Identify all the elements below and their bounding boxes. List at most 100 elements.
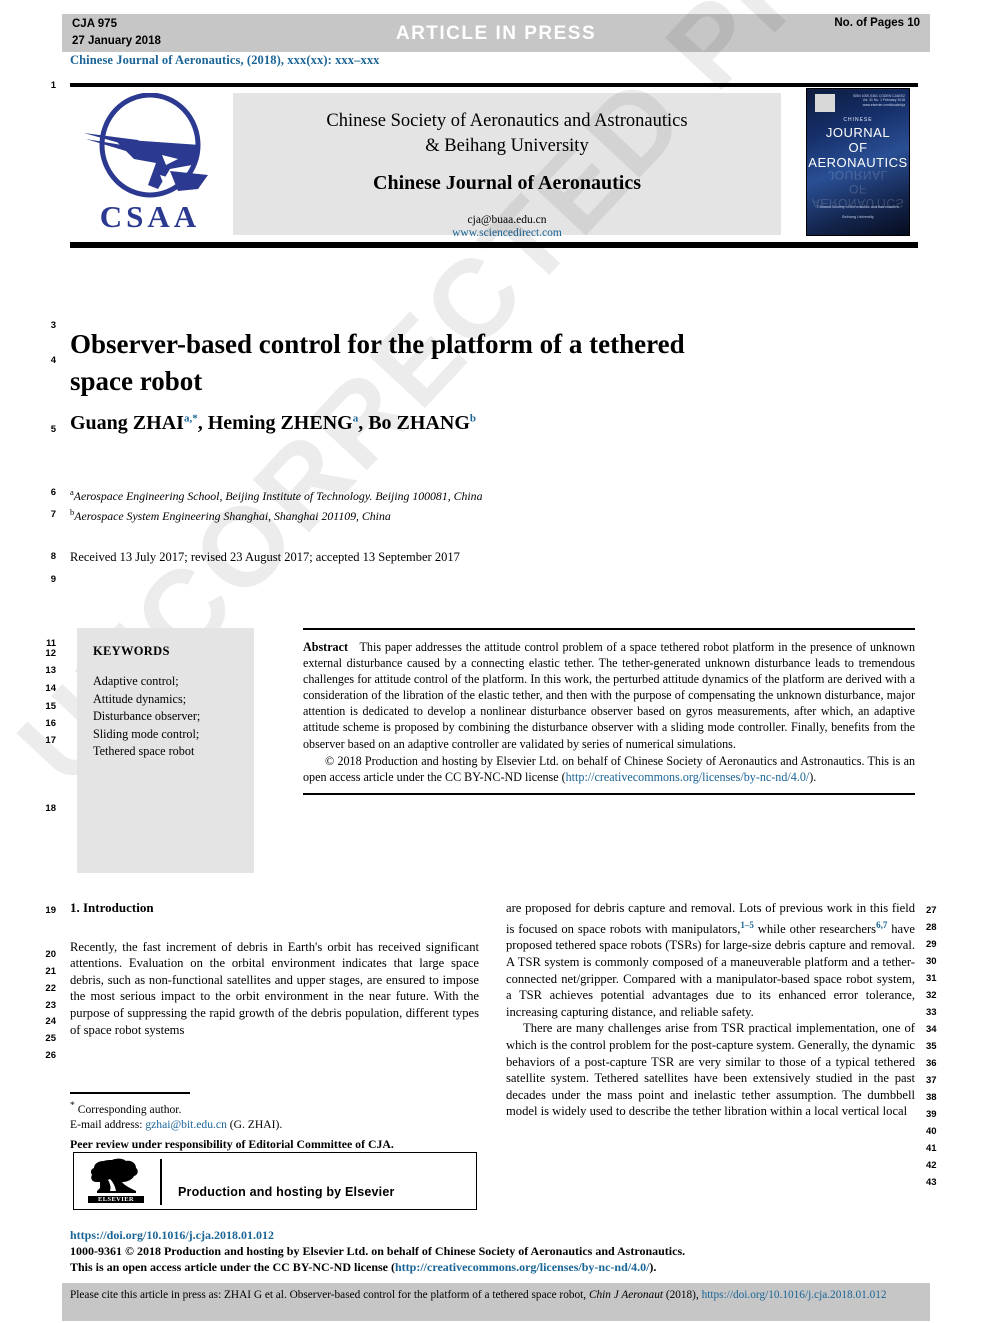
cover-reflection-line-3: JOURNAL <box>828 168 888 182</box>
affiliation-a: aAerospace Engineering School, Beijing I… <box>70 484 770 504</box>
author-name-2: Heming ZHENG <box>207 412 353 434</box>
affiliation-text-b: Aerospace System Engineering Shanghai, S… <box>74 509 391 524</box>
cite-mid: (2018), <box>663 1289 702 1301</box>
elsevier-hosting-text: Production and hosting by Elsevier <box>178 1185 395 1199</box>
line-number: 42 <box>926 1160 937 1171</box>
cover-journal-title: JOURNAL OF AERONAUTICS <box>807 125 909 170</box>
journal-title: Chinese Journal of Aeronautics <box>373 172 641 194</box>
footer-license-line: This is an open access article under the… <box>70 1260 930 1275</box>
issn-copyright-line: 1000-9361 © 2018 Production and hosting … <box>70 1244 686 1258</box>
elsevier-logo: ELSEVIER <box>88 1158 144 1206</box>
line-number: 9 <box>50 574 56 585</box>
cover-title-reflection: AERONAUTICS OF JOURNAL <box>807 168 909 210</box>
line-number: 43 <box>926 1177 937 1188</box>
page-count-label: No. of Pages 10 <box>834 17 920 29</box>
line-number: 15 <box>45 701 56 712</box>
line-number: 14 <box>45 683 56 694</box>
line-number: 30 <box>926 956 937 967</box>
keyword-item: Attitude dynamics; <box>93 691 187 706</box>
csaa-logo-text: CSAA <box>99 199 201 234</box>
email-note: E-mail address: gzhai@bit.edu.cn (G. ZHA… <box>70 1117 479 1133</box>
keywords-list: Adaptive control; Attitude dynamics; Dis… <box>93 673 254 761</box>
page-title: Observer-based control for the platform … <box>70 329 685 397</box>
footer-block: https://doi.org/10.1016/j.cja.2018.01.01… <box>70 1228 930 1275</box>
article-in-press-label: ARTICLE IN PRESS <box>395 23 597 44</box>
email-label: E-mail address: <box>70 1118 143 1132</box>
citation-banner-text: Please cite this article in press as: ZH… <box>62 1283 930 1303</box>
line-number: 36 <box>926 1058 937 1069</box>
email-suffix: (G. ZHAI). <box>229 1118 283 1132</box>
line-number: 35 <box>926 1041 937 1052</box>
abstract-top-rule <box>303 628 915 630</box>
cover-chinese-label: CHINESE <box>843 117 873 123</box>
line-number: 32 <box>926 990 937 1001</box>
line-number: 34 <box>926 1024 937 1035</box>
keyword-item: Disturbance observer; <box>93 709 201 723</box>
line-number: 33 <box>926 1007 937 1018</box>
author-name-1: Guang ZHAI <box>70 412 184 434</box>
cover-elsevier-mark-icon <box>815 94 835 112</box>
received-dates: Received 13 July 2017; revised 23 August… <box>70 550 460 564</box>
line-number: 4 <box>50 355 56 366</box>
abstract-copyright: © 2018 Production and hosting by Elsevie… <box>303 753 915 785</box>
footer-license-link[interactable]: http://creativecommons.org/licenses/by-n… <box>395 1260 649 1274</box>
line-number: 24 <box>45 1016 56 1027</box>
footer-license-pre: This is an open access article under the… <box>70 1260 395 1274</box>
author-marks-1: a,* <box>183 412 198 425</box>
keyword-item: Tethered space robot <box>93 744 195 758</box>
footer-license-post: ). <box>649 1260 657 1274</box>
elsevier-divider <box>160 1159 162 1205</box>
line-number: 26 <box>45 1050 56 1061</box>
line-number: 8 <box>50 551 56 562</box>
intro-paragraph-2: There are many challenges arise from TSR… <box>506 1021 915 1119</box>
line-number: 41 <box>926 1143 937 1154</box>
line-number: 13 <box>45 665 56 676</box>
author-list: Guang ZHAIa,*, Heming ZHENGa, Bo ZHANGb <box>70 412 477 434</box>
csaa-emblem-icon <box>84 92 208 198</box>
line-number: 20 <box>45 949 56 960</box>
society-line-2: & Beihang University <box>425 136 589 156</box>
journal-citation-line: Chinese Journal of Aeronautics, (2018), … <box>70 53 380 67</box>
keywords-box: KEYWORDS Adaptive control; Attitude dyna… <box>77 628 254 873</box>
journal-cover-thumbnail: ISSN 1000-9361 CODEN CJAEEZ Vol. 31 No. … <box>806 88 910 236</box>
citation-ref-6-7[interactable]: 6,7 <box>876 920 887 930</box>
line-number: 31 <box>926 973 937 984</box>
cover-top-strip: ISSN 1000-9361 CODEN CJAEEZ Vol. 31 No. … <box>813 94 905 112</box>
cover-issn-block: ISSN 1000-9361 CODEN CJAEEZ Vol. 31 No. … <box>852 94 905 107</box>
license-link[interactable]: http://creativecommons.org/licenses/by-n… <box>566 770 810 784</box>
affiliation-b: bAerospace System Engineering Shanghai, … <box>70 504 770 524</box>
cite-doi-link[interactable]: https://doi.org/10.1016/j.cja.2018.01.01… <box>702 1289 887 1301</box>
elsevier-tree-icon <box>90 1158 138 1193</box>
keyword-item: Adaptive control; <box>93 674 179 688</box>
society-line-1: Chinese Society of Aeronautics and Astro… <box>326 111 688 131</box>
line-number: 29 <box>926 939 937 950</box>
line-number: 3 <box>50 320 56 331</box>
body-column-right: are proposed for debris capture and remo… <box>506 900 915 1120</box>
section-heading-introduction: 1. Introduction <box>70 900 154 915</box>
line-number: 1 <box>50 80 56 91</box>
masthead-bottom-rule <box>70 242 918 248</box>
line-number: 16 <box>45 718 56 729</box>
line-number: 22 <box>45 983 56 994</box>
masthead-center-panel: Chinese Society of Aeronautics and Astro… <box>233 93 781 239</box>
cover-footer-society: Chinese Society of Aeronautics and Astro… <box>817 205 899 209</box>
citation-ref-1-5[interactable]: 1–5 <box>740 920 754 930</box>
csaa-logo: CSAA <box>74 92 226 235</box>
affiliation-list: aAerospace Engineering School, Beijing I… <box>70 484 770 525</box>
cite-journal-italic: Chin J Aeronaut <box>588 1289 663 1301</box>
keyword-item: Sliding mode control; <box>93 726 200 741</box>
line-number: 37 <box>926 1075 937 1086</box>
sciencedirect-link[interactable]: www.sciencedirect.com <box>233 227 781 239</box>
para1-part-c: have proposed tethered space robots (TSR… <box>506 921 916 1019</box>
author-name-3: Bo ZHANG <box>368 412 470 434</box>
line-number: 39 <box>926 1109 937 1120</box>
journal-masthead: CSAA Chinese Society of Aeronautics and … <box>70 83 918 248</box>
elsevier-hosting-box: ELSEVIER Production and hosting by Elsev… <box>73 1152 477 1210</box>
email-link[interactable]: gzhai@bit.edu.cn <box>145 1118 227 1131</box>
affiliation-text-a: Aerospace Engineering School, Beijing In… <box>73 488 483 503</box>
abstract-bottom-rule <box>303 792 915 795</box>
doi-link[interactable]: https://doi.org/10.1016/j.cja.2018.01.01… <box>70 1228 930 1243</box>
intro-paragraph-continued: are proposed for debris capture and remo… <box>506 900 915 1020</box>
corresponding-author-note: * Corresponding author. <box>70 1098 479 1118</box>
author-marks-3: b <box>469 412 477 425</box>
